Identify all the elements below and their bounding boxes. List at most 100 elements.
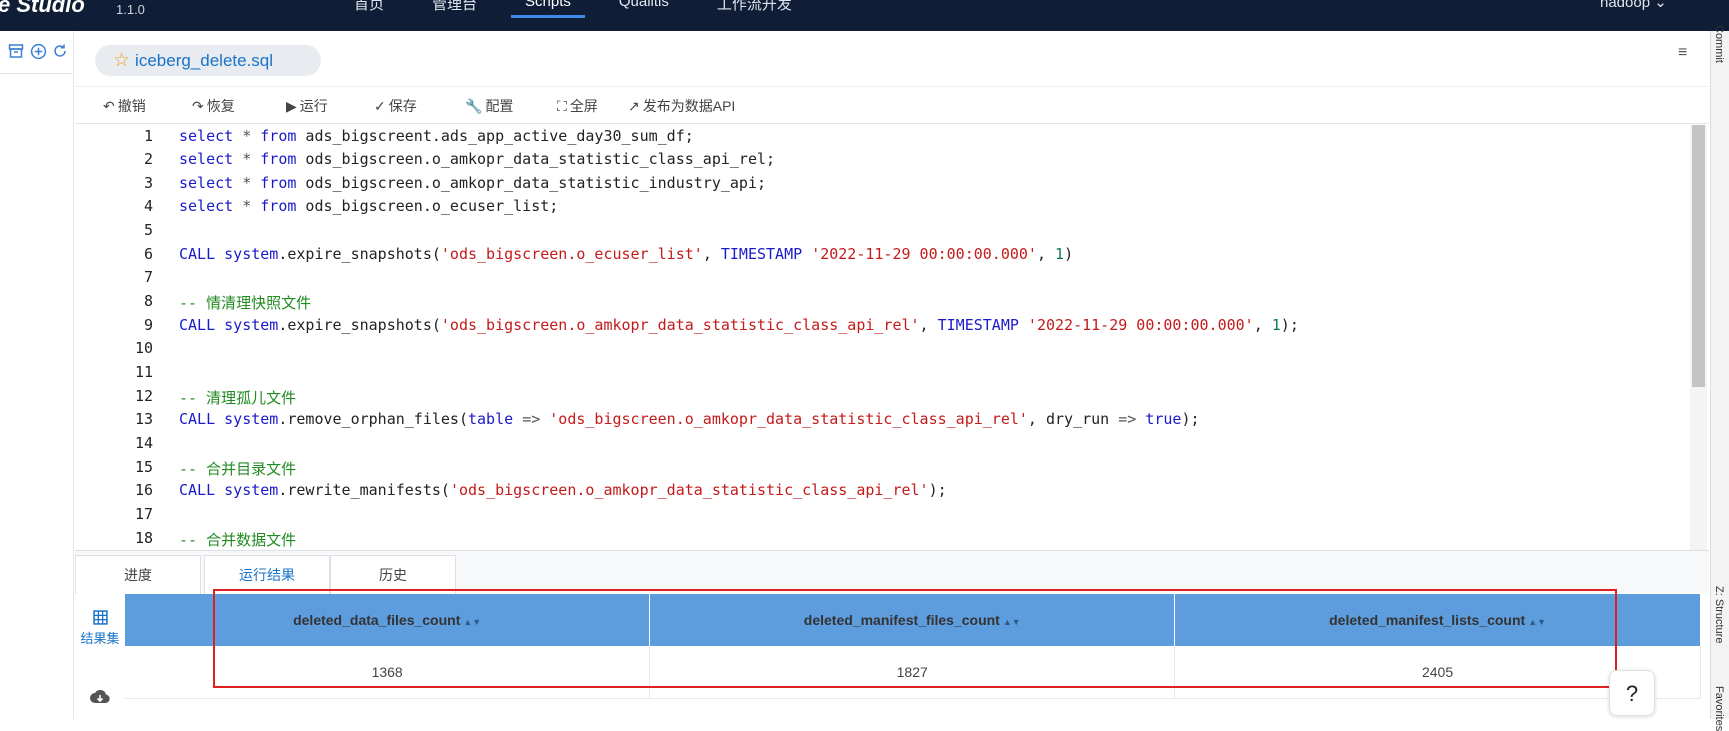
redo-label: 恢复 xyxy=(206,98,235,114)
structure-tab[interactable]: Z: Structure xyxy=(1713,586,1725,643)
line-number: 3 xyxy=(143,174,153,192)
fullscreen-button[interactable]: ⛶ 全屏 xyxy=(557,96,598,116)
line-number: 10 xyxy=(134,339,153,357)
save-label: 保存 xyxy=(388,98,417,114)
code-line: select * from ods_bigscreen.o_ecuser_lis… xyxy=(179,197,559,215)
publish-api-button[interactable]: ↗ 发布为数据API xyxy=(628,96,735,116)
sort-icon[interactable]: ▲▼ xyxy=(463,617,481,627)
code-line: select * from ads_bigscreent.ads_app_act… xyxy=(179,127,694,145)
redo-button[interactable]: ↷ 恢复 xyxy=(192,96,235,116)
sort-icon[interactable]: ▲▼ xyxy=(1528,617,1546,627)
code-line: -- 情清理快照文件 xyxy=(179,294,312,312)
column-header[interactable]: deleted_manifest_files_count ▲▼ xyxy=(649,594,1176,646)
line-number: 6 xyxy=(143,245,153,263)
check-icon: ✓ xyxy=(374,97,386,114)
nav-item-scripts[interactable]: Scripts xyxy=(501,0,595,18)
line-number: 11 xyxy=(134,363,153,381)
line-number: 13 xyxy=(134,410,153,428)
user-name: hadoop xyxy=(1600,0,1651,11)
code-line: select * from ods_bigscreen.o_amkopr_dat… xyxy=(179,174,767,192)
column-header[interactable]: deleted_data_files_count ▲▼ xyxy=(125,594,651,646)
line-number: 17 xyxy=(134,505,153,523)
table-cell: 1368 xyxy=(125,646,651,699)
fullscreen-icon: ⛶ xyxy=(557,97,567,114)
code-line: select * from ods_bigscreen.o_amkopr_dat… xyxy=(179,150,776,168)
version-label: 1.1.0 xyxy=(116,2,145,17)
run-button[interactable]: ▶ 运行 xyxy=(286,96,328,116)
line-number: 18 xyxy=(134,529,153,547)
table-cell: 1827 xyxy=(649,646,1176,699)
line-number: 8 xyxy=(143,292,153,310)
undo-button[interactable]: ↶ 撤销 xyxy=(103,96,146,116)
code-line: -- 合并数据文件 xyxy=(179,531,297,549)
brand-logo: e Studio xyxy=(0,0,85,17)
editor-scrollbar[interactable] xyxy=(1690,125,1707,550)
user-menu[interactable]: hadoop ⌄ xyxy=(1600,0,1667,11)
config-label: 配置 xyxy=(485,98,514,114)
table-row: 1368 1827 2405 xyxy=(125,646,1701,699)
nav-item-home[interactable]: 首页 xyxy=(330,0,408,17)
result-set-button[interactable]: 结果集 xyxy=(75,610,125,647)
file-tab[interactable]: ☆ iceberg_delete.sql xyxy=(95,45,321,76)
left-toolbar xyxy=(7,43,69,61)
tab-run-result[interactable]: 运行结果 xyxy=(204,555,330,594)
table-header-row: deleted_data_files_count ▲▼ deleted_manif… xyxy=(125,594,1701,646)
column-header-label: deleted_manifest_lists_count xyxy=(1329,612,1526,628)
column-header-label: deleted_manifest_files_count xyxy=(803,612,1000,628)
column-header-label: deleted_data_files_count xyxy=(293,612,461,628)
wrench-icon: 🔧 xyxy=(465,97,483,114)
top-navigation-bar: e Studio 1.1.0 首页 管理台 Scripts Qualitis 工… xyxy=(0,0,1729,31)
code-line: CALL system.rewrite_manifests('ods_bigsc… xyxy=(179,481,947,499)
archive-icon[interactable] xyxy=(7,43,25,61)
redo-icon: ↷ xyxy=(192,97,204,114)
line-number: 15 xyxy=(134,458,153,476)
cloud-download-icon xyxy=(89,690,111,708)
undo-label: 撤销 xyxy=(117,98,146,114)
nav-item-console[interactable]: 管理台 xyxy=(408,0,501,17)
result-panel-tabs: 进度 运行结果 历史 xyxy=(75,550,1709,594)
download-button[interactable] xyxy=(75,689,125,708)
list-menu-icon[interactable]: ≡ xyxy=(1678,44,1687,62)
star-icon[interactable]: ☆ xyxy=(113,51,130,70)
line-number: 16 xyxy=(134,481,153,499)
result-table: deleted_data_files_count ▲▼ deleted_manif… xyxy=(125,594,1701,699)
scrollbar-thumb[interactable] xyxy=(1692,125,1705,387)
code-line: -- 清理孤儿文件 xyxy=(179,389,297,407)
file-tab-name: iceberg_delete.sql xyxy=(135,50,274,70)
line-number: 2 xyxy=(143,150,153,168)
divider xyxy=(0,73,74,74)
line-number: 4 xyxy=(143,197,153,215)
help-button[interactable]: ? xyxy=(1609,670,1655,716)
chevron-down-icon: ⌄ xyxy=(1654,0,1667,11)
refresh-icon[interactable] xyxy=(51,43,69,61)
config-button[interactable]: 🔧 配置 xyxy=(465,96,513,116)
table-grid-icon xyxy=(75,610,125,628)
add-circle-icon[interactable] xyxy=(29,43,47,61)
code-line: CALL system.expire_snapshots('ods_bigscr… xyxy=(179,245,1074,263)
right-tool-strip: Commit Z: Structure Favorites xyxy=(1710,25,1729,731)
play-icon: ▶ xyxy=(286,97,297,114)
tab-progress[interactable]: 进度 xyxy=(75,555,201,594)
line-number: 9 xyxy=(143,316,153,334)
main-nav: 首页 管理台 Scripts Qualitis 工作流开发 xyxy=(330,0,816,18)
editor-toolbar: ↶ 撤销 ↷ 恢复 ▶ 运行 ✓ 保存 🔧 配置 ⛶ 全屏 ↗ 发布为数据API xyxy=(75,86,1709,124)
save-button[interactable]: ✓ 保存 xyxy=(374,96,417,116)
result-set-label: 结果集 xyxy=(80,631,120,646)
code-line: CALL system.remove_orphan_files(table =>… xyxy=(179,410,1200,428)
left-sidebar xyxy=(0,31,74,719)
line-number: 12 xyxy=(134,387,153,405)
nav-item-workflow[interactable]: 工作流开发 xyxy=(693,0,816,17)
sort-icon[interactable]: ▲▼ xyxy=(1003,617,1021,627)
commit-tab[interactable]: Commit xyxy=(1713,25,1725,63)
fullscreen-label: 全屏 xyxy=(569,98,598,114)
code-line: CALL system.expire_snapshots('ods_bigscr… xyxy=(179,316,1299,334)
tab-history[interactable]: 历史 xyxy=(330,555,456,594)
arrow-up-right-icon: ↗ xyxy=(628,97,640,114)
code-editor[interactable]: 1 2 3 4 5 6 7 8 9 10 11 12 13 14 15 16 1… xyxy=(75,125,1709,550)
column-header[interactable]: deleted_manifest_lists_count ▲▼ xyxy=(1174,594,1701,646)
line-number: 1 xyxy=(143,127,153,145)
line-number: 14 xyxy=(134,434,153,452)
favorites-tab[interactable]: Favorites xyxy=(1713,686,1725,731)
nav-item-qualitis[interactable]: Qualitis xyxy=(595,0,693,17)
publish-label: 发布为数据API xyxy=(642,98,736,114)
